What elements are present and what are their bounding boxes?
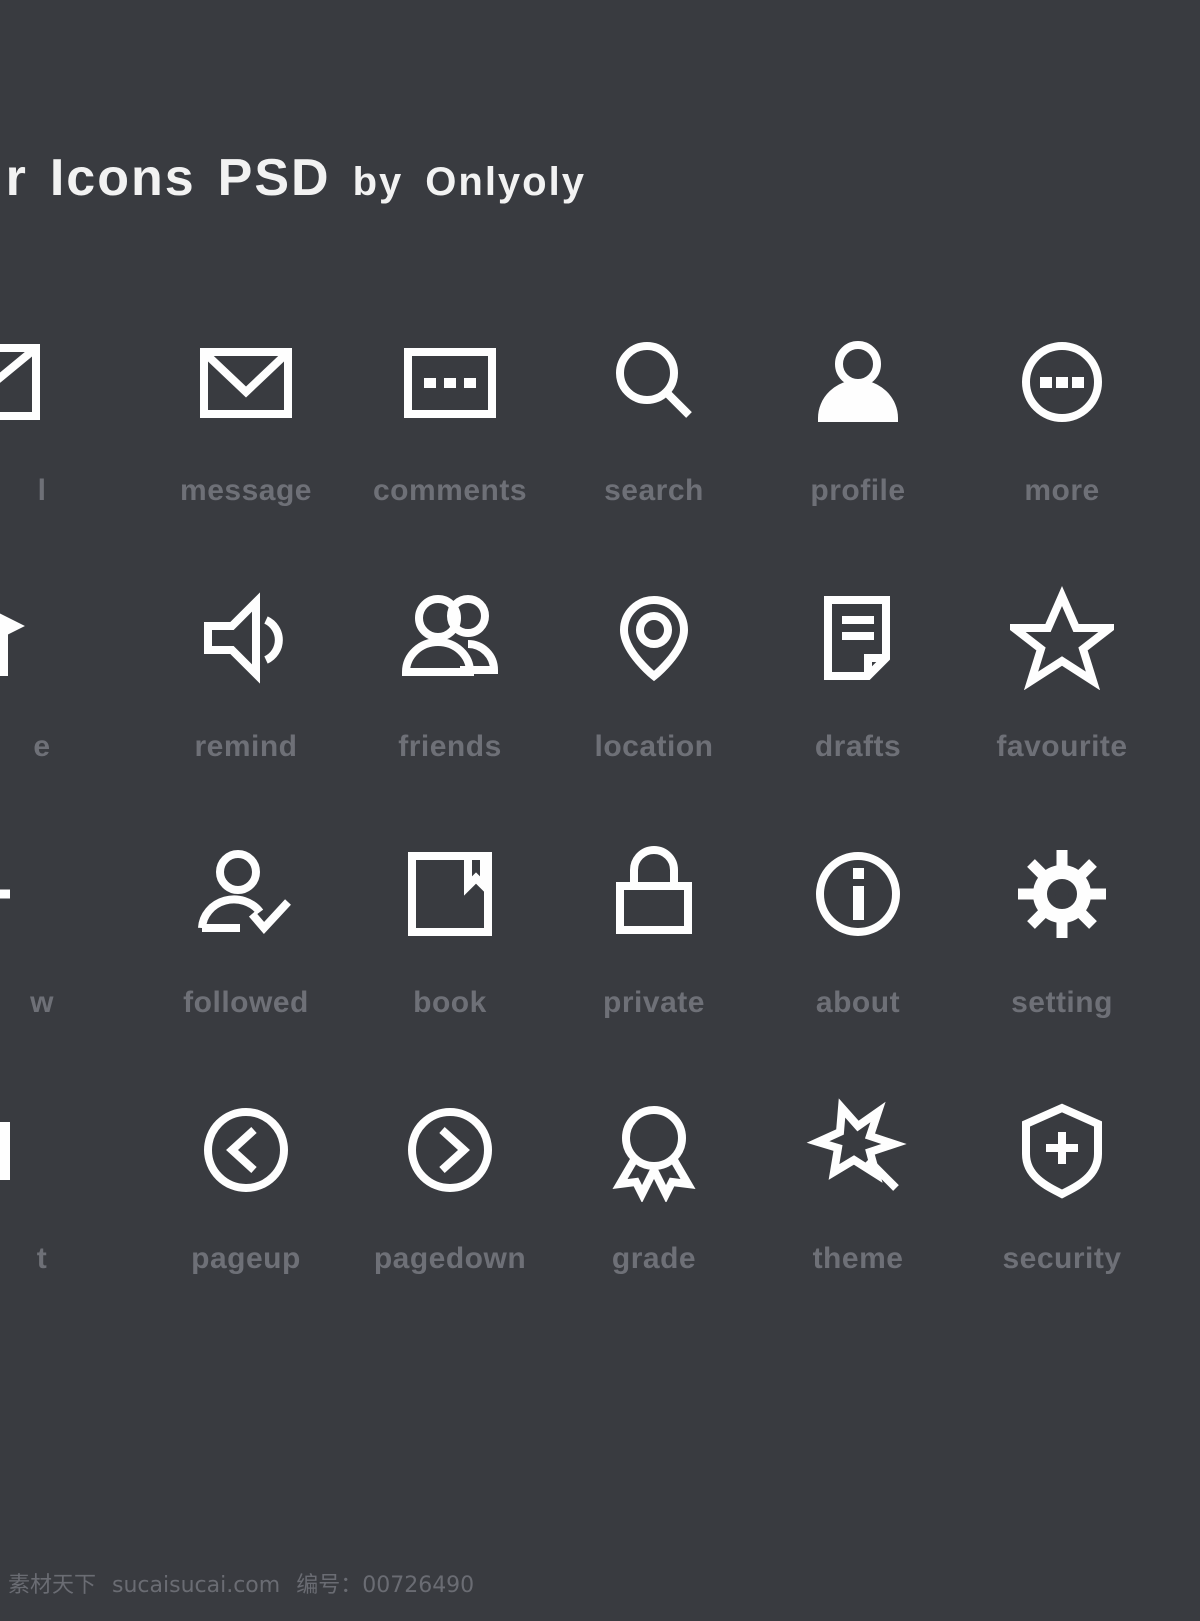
about-icon[interactable] [756, 832, 960, 956]
play-partial-icon[interactable] [0, 576, 144, 700]
icon-cell-pagedown[interactable]: pagedown [348, 1088, 552, 1344]
icon-label: friends [398, 730, 502, 763]
photo-partial-icon[interactable] [1164, 576, 1200, 700]
icon-label: setting [1011, 986, 1113, 1019]
icon-label: favourite [996, 730, 1128, 763]
title-name: ulair [0, 149, 28, 207]
icon-label: theme [812, 1242, 904, 1275]
remind-icon[interactable] [144, 576, 348, 700]
icon-label: drafts [814, 730, 902, 763]
icon-label: comments [372, 474, 528, 507]
security-icon[interactable] [960, 1088, 1164, 1212]
icon-cell-partial-right[interactable]: p [1164, 576, 1200, 832]
pageup-icon[interactable] [144, 1088, 348, 1212]
search-icon[interactable] [552, 320, 756, 444]
icon-cell-profile[interactable]: profile [756, 320, 960, 576]
friends-icon[interactable] [348, 576, 552, 700]
icon-cell-favourite[interactable]: favourite [960, 576, 1164, 832]
watermark: 素材天下 sucaisucai.com 编号：00726490 [8, 1567, 474, 1599]
icon-cell-book[interactable]: book [348, 832, 552, 1088]
watermark-id-label: 编号： [296, 1573, 363, 1598]
favourite-icon[interactable] [960, 576, 1164, 700]
icon-cell-drafts[interactable]: drafts [756, 576, 960, 832]
icon-label: profile [810, 474, 906, 507]
title-format: PSD [217, 149, 331, 207]
icon-label: grade [611, 1242, 697, 1275]
icon-cell-setting[interactable]: setting [960, 832, 1164, 1088]
icon-cell-partial-left[interactable]: t [0, 1088, 144, 1344]
envelope-icon[interactable] [144, 320, 348, 444]
title-kind: Icons [49, 149, 196, 207]
icon-cell-message[interactable]: message [144, 320, 348, 576]
icon-cell-more[interactable]: more [960, 320, 1164, 576]
icon-cell-grade[interactable]: grade [552, 1088, 756, 1344]
comments-icon[interactable] [348, 320, 552, 444]
icon-cell-partial-left[interactable]: w [0, 832, 144, 1088]
title-author: Onlyoly [425, 160, 586, 204]
icon-cell-security[interactable]: security [960, 1088, 1164, 1344]
icon-cell-search[interactable]: search [552, 320, 756, 576]
more-icon[interactable] [960, 320, 1164, 444]
icon-label: message [180, 474, 312, 507]
icon-cell-comments[interactable]: comments [348, 320, 552, 576]
theme-icon[interactable] [756, 1088, 960, 1212]
icon-cell-friends[interactable]: friends [348, 576, 552, 832]
square-partial-icon[interactable] [0, 1088, 144, 1212]
drafts-icon[interactable] [756, 576, 960, 700]
icon-label: security [1002, 1242, 1122, 1275]
watermark-id-value: 00726490 [362, 1573, 475, 1598]
icon-cell-partial-right[interactable]: keyb [1164, 832, 1200, 1088]
icon-label: pageup [191, 1242, 301, 1275]
book-icon[interactable] [348, 832, 552, 956]
icon-label: w [30, 986, 54, 1019]
icon-cell-partial-left[interactable]: e [0, 576, 144, 832]
page-title: ulair Icons PSD by Onlyoly [0, 148, 608, 208]
pagedown-icon[interactable] [348, 1088, 552, 1212]
add-partial-icon[interactable] [0, 832, 144, 956]
icon-label: private [603, 986, 705, 1019]
title-by: by [352, 160, 404, 204]
icon-cell-partial-left[interactable]: l [0, 320, 144, 576]
icon-row: w followed book private about setting [0, 832, 1200, 1088]
icon-cell-partial-right[interactable]: e [1164, 320, 1200, 576]
icon-sheet-canvas: ulair Icons PSD by Onlyoly l [0, 0, 1200, 1621]
icon-row: e remind friends location drafts favouri… [0, 576, 1200, 832]
watermark-site-cn: 素材天下 [8, 1573, 97, 1598]
icon-cell-followed[interactable]: followed [144, 832, 348, 1088]
icon-cell-location[interactable]: location [552, 576, 756, 832]
keyboard-partial-icon[interactable] [1164, 832, 1200, 956]
followed-icon[interactable] [144, 832, 348, 956]
icon-label: book [413, 986, 487, 1019]
icon-label: search [604, 474, 704, 507]
icon-cell-private[interactable]: private [552, 832, 756, 1088]
envelope-partial-icon[interactable] [0, 320, 144, 444]
icon-cell-remind[interactable]: remind [144, 576, 348, 832]
icon-cell-about[interactable]: about [756, 832, 960, 1088]
email-partial-icon[interactable] [1164, 320, 1200, 444]
location-icon[interactable] [552, 576, 756, 700]
icon-label: pagedown [373, 1242, 527, 1275]
icon-cell-pageup[interactable]: pageup [144, 1088, 348, 1344]
setting-icon[interactable] [960, 832, 1164, 956]
icon-label: about [815, 986, 901, 1019]
icon-label: t [36, 1242, 48, 1275]
icon-grid: l message comments search profile more e… [0, 320, 1200, 1344]
icon-label: e [33, 730, 51, 763]
icon-row: t pageup pagedown grade theme security [0, 1088, 1200, 1344]
icon-row: l message comments search profile more [0, 320, 1200, 576]
watermark-site-url: sucaisucai.com [112, 1573, 281, 1598]
voice-partial-icon[interactable] [1164, 1088, 1200, 1212]
icon-label: more [1024, 474, 1100, 507]
icon-cell-theme[interactable]: theme [756, 1088, 960, 1344]
icon-label: followed [183, 986, 309, 1019]
icon-label: location [594, 730, 714, 763]
profile-icon[interactable] [756, 320, 960, 444]
icon-label: remind [194, 730, 298, 763]
private-icon[interactable] [552, 832, 756, 956]
icon-cell-partial-right[interactable]: vo [1164, 1088, 1200, 1344]
grade-icon[interactable] [552, 1088, 756, 1212]
icon-label: l [37, 474, 47, 507]
